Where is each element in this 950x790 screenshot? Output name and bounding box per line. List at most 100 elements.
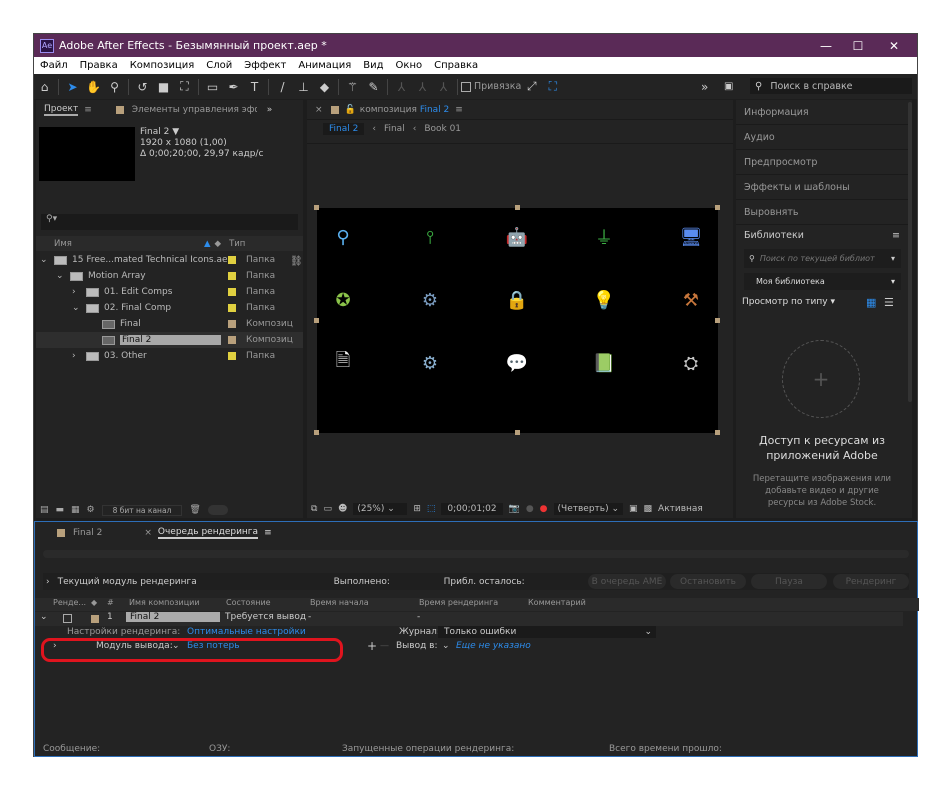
timecode[interactable]: 0;00;01;02 <box>441 503 503 515</box>
view-select[interactable]: Активная <box>658 504 703 514</box>
expand-icon[interactable]: › <box>72 287 76 297</box>
snap-feature-icon[interactable]: ⛶ <box>542 79 563 94</box>
tab-composition-name[interactable]: Final 2 <box>420 105 449 115</box>
crumb-book-01[interactable]: Book 01 <box>424 124 461 134</box>
crumb-final-2[interactable]: Final 2 <box>323 123 365 135</box>
menu-icon[interactable]: ≡ <box>84 105 92 115</box>
menu-1[interactable]: Правка <box>74 60 124 71</box>
tab-project[interactable]: Проект <box>44 104 79 116</box>
zoom-tool-icon[interactable]: ⚲ <box>104 80 125 94</box>
add-output-icon[interactable]: + <box>367 639 377 653</box>
col-name[interactable]: Имя <box>54 239 204 249</box>
menu-icon[interactable]: ≡ <box>264 528 272 538</box>
list-view-icon[interactable]: ☰ <box>884 296 894 309</box>
label-color-icon[interactable] <box>228 352 236 360</box>
text-tool-icon[interactable]: T <box>244 80 265 94</box>
label-color-icon[interactable] <box>228 288 236 296</box>
collapse-icon[interactable]: ⌄ <box>40 255 48 265</box>
label-color-icon[interactable] <box>228 256 236 264</box>
output-to-dropdown-icon[interactable]: ⌄ <box>442 641 450 651</box>
mask-icon[interactable]: ☻ <box>338 504 347 514</box>
grid-icon[interactable]: ⊞ <box>413 504 421 514</box>
pause-button[interactable]: Пауза <box>751 574 827 589</box>
close-tab-icon[interactable]: × <box>144 528 152 538</box>
new-folder-icon[interactable]: ▬ <box>56 505 65 515</box>
overflow-icon[interactable]: » <box>267 105 273 115</box>
home-icon[interactable]: ⌂ <box>34 80 55 94</box>
transparency-icon[interactable]: ▩ <box>644 504 653 514</box>
maximize-button[interactable]: ☐ <box>843 34 873 57</box>
sort-ascending-icon[interactable]: ▲ <box>204 239 211 249</box>
puppet-pin-icon[interactable]: ✎ <box>363 80 384 94</box>
pan-behind-tool-icon[interactable]: ⛶ <box>174 79 195 94</box>
output-module-value[interactable]: Без потерь <box>187 641 240 651</box>
show-snapshot-icon[interactable]: ● <box>526 504 534 514</box>
output-to-value[interactable]: Еще не указано <box>456 641 531 651</box>
label-color-icon[interactable] <box>228 336 236 344</box>
project-item[interactable]: › 01. Edit Comps Папка <box>36 284 303 300</box>
col-type[interactable]: Тип <box>229 239 245 249</box>
tab-final-2[interactable]: Final 2 <box>73 528 102 538</box>
new-comp-icon[interactable]: ▦ <box>71 505 80 515</box>
composition-viewer[interactable]: ⚲ ⫯ 🤖 ⏚ 🖥 ✪ ⚙ 🔒 💡 ⚒ 🗎 ⚙ 💬 📗 ⛭ <box>314 205 720 435</box>
panel-0[interactable]: Информация <box>736 101 908 125</box>
hand-tool-icon[interactable]: ✋ <box>83 80 104 94</box>
toggle[interactable] <box>207 505 228 515</box>
scrollbar[interactable] <box>908 102 912 402</box>
resize-handle[interactable] <box>314 430 319 435</box>
expand-icon[interactable]: › <box>46 577 50 587</box>
project-item[interactable]: ⌄ Motion Array Папка <box>36 268 303 284</box>
panel-2[interactable]: Предпросмотр <box>736 151 908 175</box>
remove-output-icon[interactable]: — <box>380 641 389 651</box>
channels-icon[interactable]: ● <box>540 504 548 514</box>
label-color-icon[interactable] <box>228 320 236 328</box>
menu-0[interactable]: Файл <box>34 60 74 71</box>
resolution-select[interactable]: (Четверть) ⌄ <box>553 503 624 515</box>
brush-tool-icon[interactable]: / <box>272 80 293 94</box>
menu-6[interactable]: Вид <box>357 60 389 71</box>
transparency-grid-icon[interactable]: ⬚ <box>427 504 436 514</box>
label-color-icon[interactable] <box>228 272 236 280</box>
output-module-dropdown-icon[interactable]: ⌄ <box>172 641 180 651</box>
menu-7[interactable]: Окно <box>390 60 429 71</box>
grid-view-icon[interactable]: ▦ <box>866 296 876 309</box>
queue-ame-button[interactable]: В очередь AME <box>588 574 666 589</box>
resize-handle[interactable] <box>514 430 520 435</box>
overflow-icon[interactable]: » <box>701 80 708 94</box>
menu-3[interactable]: Слой <box>200 60 238 71</box>
resize-handle[interactable] <box>314 205 319 210</box>
resize-handle[interactable] <box>514 205 520 210</box>
resize-handle[interactable] <box>715 205 720 210</box>
preview-icon[interactable]: ⧉ <box>311 504 317 514</box>
workspace-icon[interactable]: ▣ <box>724 81 733 92</box>
panel-1[interactable]: Аудио <box>736 126 908 150</box>
menu-5[interactable]: Анимация <box>292 60 357 71</box>
tab-composition-label[interactable]: композиция <box>360 105 417 115</box>
bit-depth-button[interactable]: 8 бит на канал <box>101 504 183 516</box>
tab-effect-controls[interactable]: Элементы управления эффект <box>132 105 257 115</box>
rectangle-tool-icon[interactable]: ▭ <box>202 80 223 94</box>
label-tag-icon[interactable]: ◆ <box>215 239 222 249</box>
stop-button[interactable]: Остановить <box>670 574 746 589</box>
resize-handle[interactable] <box>314 317 319 323</box>
region-icon[interactable]: ▣ <box>629 504 638 514</box>
tab-render-queue[interactable]: Очередь рендеринга <box>157 527 259 539</box>
selection-tool-icon[interactable]: ➤ <box>62 80 83 94</box>
stamp-tool-icon[interactable]: ⊥ <box>293 80 314 94</box>
lock-icon[interactable]: 🔓 <box>345 105 356 115</box>
log-select[interactable]: Только ошибки ⌄ <box>438 626 656 638</box>
snap-checkbox[interactable] <box>461 81 471 92</box>
label-color-icon[interactable] <box>228 304 236 312</box>
camera-tool-icon[interactable]: ■ <box>153 80 174 94</box>
collapse-icon[interactable]: ⌄ <box>72 303 80 313</box>
roto-brush-icon[interactable]: ⚚ <box>342 80 363 94</box>
expand-icon[interactable]: ⌄ <box>40 612 48 622</box>
menu-icon[interactable]: ≡ <box>455 105 463 115</box>
axis-view-icon[interactable]: ⅄ <box>433 80 454 94</box>
project-item[interactable]: › 03. Other Папка <box>36 348 303 364</box>
expand-icon[interactable]: › <box>53 641 57 651</box>
library-search-input[interactable]: ⚲ Поиск по текущей библиот ▾ <box>744 249 901 268</box>
render-settings-value[interactable]: Оптимальные настройки <box>187 626 306 639</box>
eraser-tool-icon[interactable]: ◆ <box>314 80 335 94</box>
resize-handle[interactable] <box>715 430 720 435</box>
